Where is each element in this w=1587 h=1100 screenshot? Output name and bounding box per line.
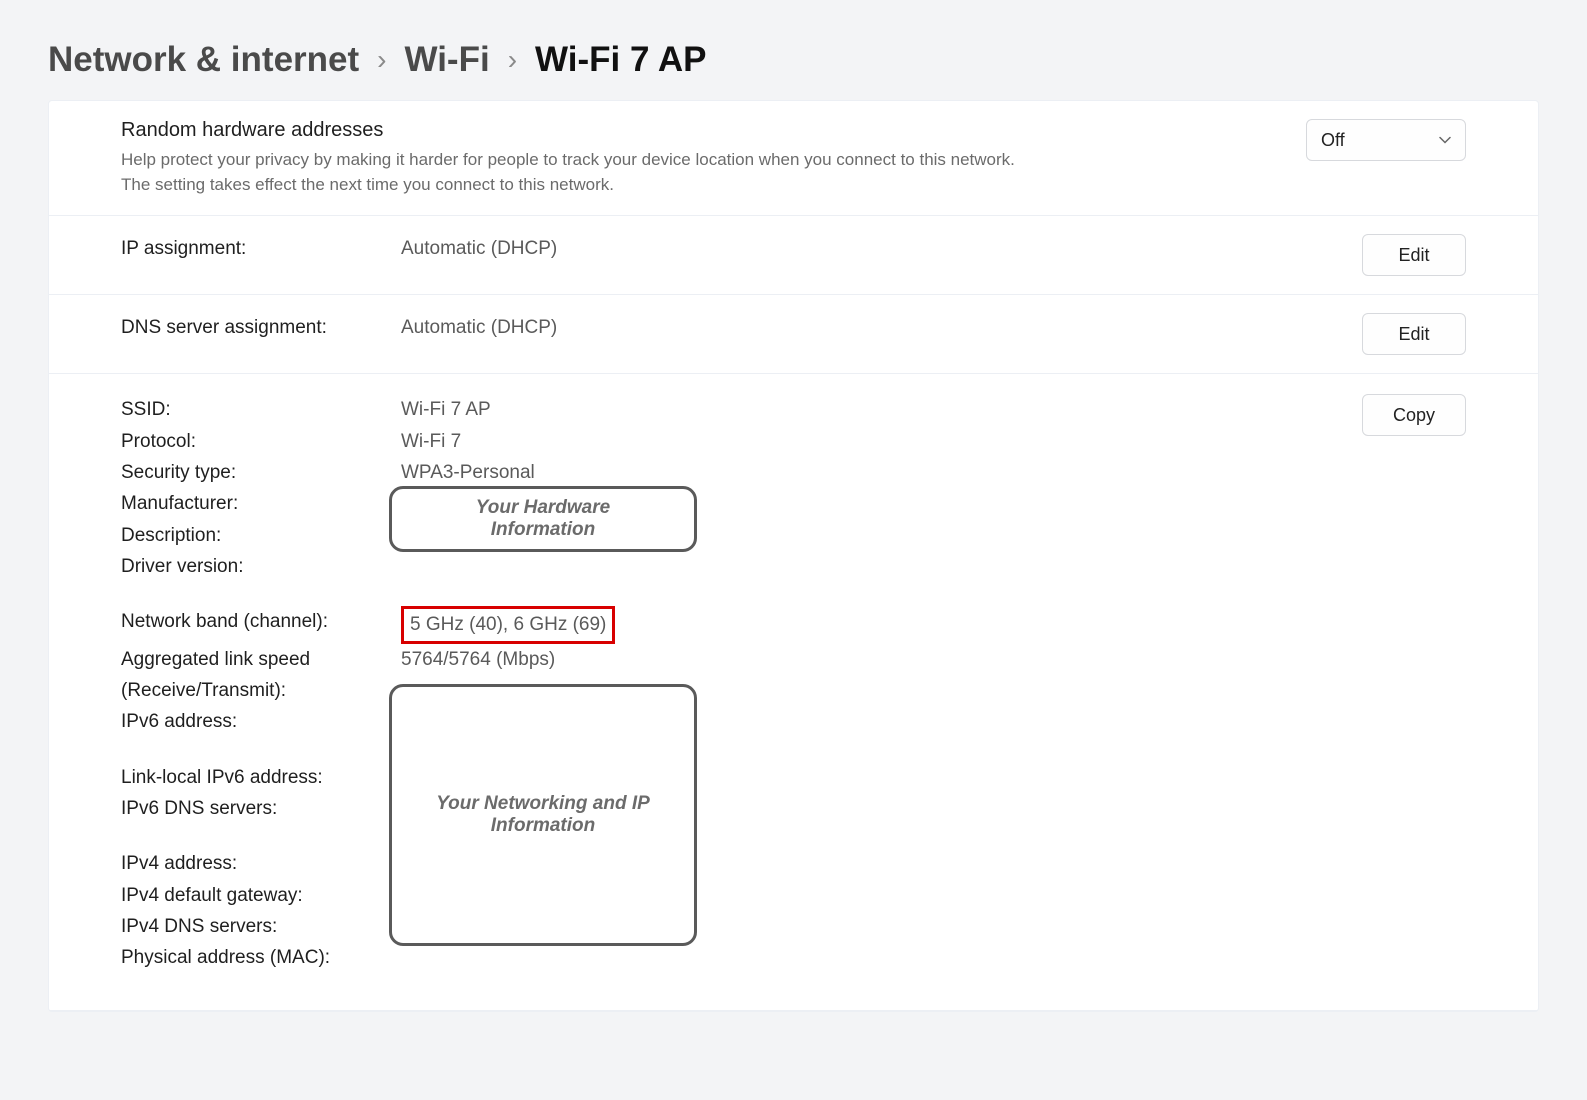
security-value: WPA3-Personal [401, 457, 535, 488]
settings-panel: Random hardware addresses Help protect y… [48, 100, 1539, 1012]
ipv6-label: IPv6 address: [121, 706, 401, 737]
ip-assignment-value: Automatic (DHCP) [401, 234, 1338, 264]
ip-assignment-section: IP assignment: Automatic (DHCP) Edit [49, 216, 1538, 295]
breadcrumb: Network & internet › Wi-Fi › Wi-Fi 7 AP [48, 40, 1539, 80]
chevron-right-icon: › [508, 44, 517, 76]
security-label: Security type: [121, 457, 401, 488]
chevron-down-icon [1439, 136, 1451, 144]
band-label: Network band (channel): [121, 606, 401, 643]
linklocal6-label: Link-local IPv6 address: [121, 762, 401, 793]
ipv6dns-label: IPv6 DNS servers: [121, 793, 401, 824]
ssid-label: SSID: [121, 394, 401, 425]
ipv4-label: IPv4 address: [121, 848, 401, 879]
mac-label: Physical address (MAC): [121, 942, 401, 973]
description-label: Description: [121, 520, 401, 551]
ip-assignment-edit-button[interactable]: Edit [1362, 234, 1466, 276]
protocol-value: Wi-Fi 7 [401, 426, 461, 457]
chevron-right-icon: › [377, 44, 386, 76]
breadcrumb-wifi[interactable]: Wi-Fi [404, 40, 489, 80]
band-value-highlight: 5 GHz (40), 6 GHz (69) [401, 606, 615, 643]
dns-assignment-section: DNS server assignment: Automatic (DHCP) … [49, 295, 1538, 374]
breadcrumb-network[interactable]: Network & internet [48, 40, 359, 80]
ipv4dns-label: IPv4 DNS servers: [121, 911, 401, 942]
ipv4gw-label: IPv4 default gateway: [121, 880, 401, 911]
driver-label: Driver version: [121, 551, 401, 582]
copy-button[interactable]: Copy [1362, 394, 1466, 436]
random-hw-dropdown-value: Off [1321, 130, 1345, 151]
random-hw-title: Random hardware addresses [121, 119, 1282, 142]
random-hw-section: Random hardware addresses Help protect y… [49, 101, 1538, 216]
link-speed-label: Aggregated link speed (Receive/Transmit)… [121, 644, 401, 707]
breadcrumb-current: Wi-Fi 7 AP [535, 40, 706, 80]
hardware-info-placeholder: Your Hardware Information [389, 486, 697, 552]
networking-info-placeholder: Your Networking and IP Information [389, 684, 697, 946]
ip-assignment-label: IP assignment: [121, 234, 401, 264]
dns-assignment-label: DNS server assignment: [121, 313, 401, 343]
random-hw-dropdown[interactable]: Off [1306, 119, 1466, 161]
protocol-label: Protocol: [121, 426, 401, 457]
ssid-value: Wi-Fi 7 AP [401, 394, 491, 425]
dns-assignment-value: Automatic (DHCP) [401, 313, 1338, 343]
random-hw-desc: Help protect your privacy by making it h… [121, 148, 1041, 197]
dns-assignment-edit-button[interactable]: Edit [1362, 313, 1466, 355]
manufacturer-label: Manufacturer: [121, 488, 401, 519]
properties-section: Copy SSID:Wi-Fi 7 AP Protocol:Wi-Fi 7 Se… [49, 374, 1538, 1011]
